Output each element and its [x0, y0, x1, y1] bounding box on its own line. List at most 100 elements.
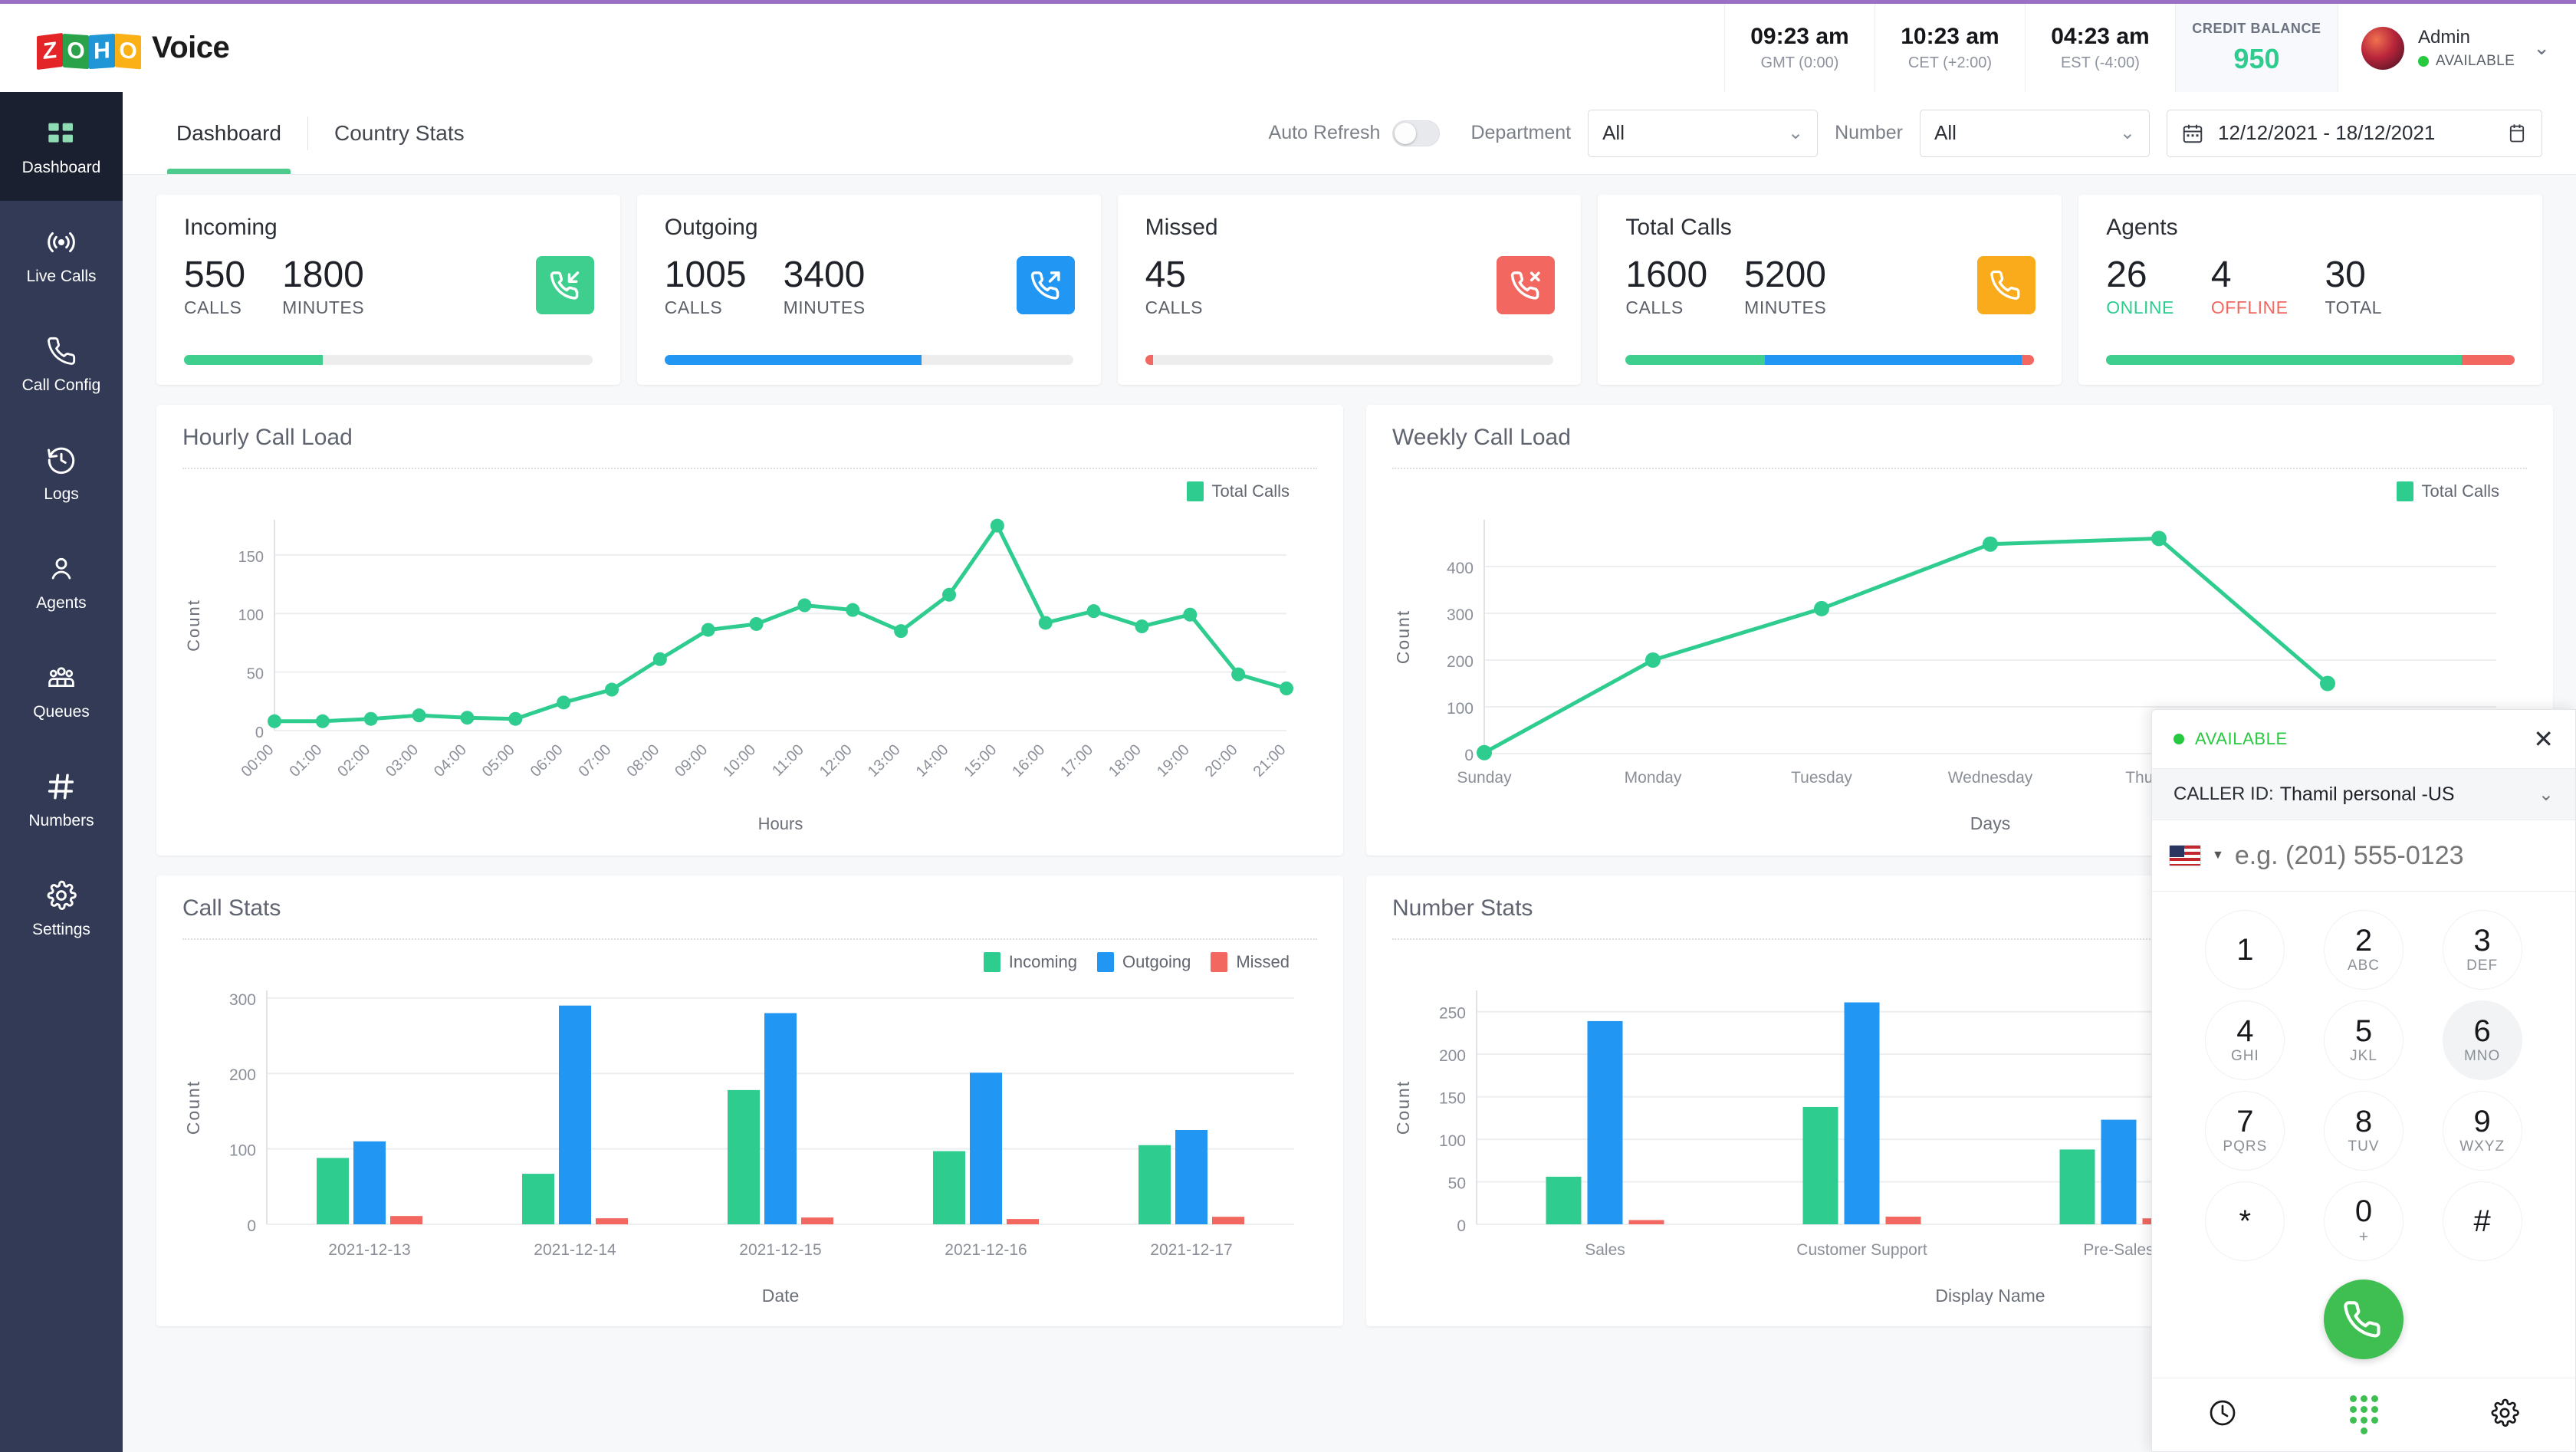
- svg-text:300: 300: [229, 991, 256, 1009]
- caller-id-select[interactable]: CALLER ID: Thamil personal -US ⌄: [2152, 768, 2575, 820]
- svg-text:100: 100: [229, 1142, 256, 1160]
- dialer-tab-history[interactable]: [2152, 1398, 2293, 1432]
- svg-text:2021-12-17: 2021-12-17: [1150, 1241, 1232, 1259]
- svg-text:Customer Support: Customer Support: [1796, 1241, 1927, 1259]
- sidebar-item-dashboard[interactable]: Dashboard: [0, 92, 123, 201]
- phone-number-input[interactable]: [2235, 841, 2574, 871]
- legend-item[interactable]: Total Calls: [2397, 481, 2499, 501]
- chevron-down-icon: ⌄: [1788, 122, 1803, 144]
- timezone-est: 04:23 am EST (-4:00): [2025, 4, 2175, 92]
- sidebar-item-live-calls[interactable]: Live Calls: [0, 201, 123, 310]
- chevron-down-icon[interactable]: ▼: [2212, 849, 2224, 862]
- key-letters: GHI: [2231, 1048, 2259, 1065]
- call-stats-plot: 01002003002021-12-132021-12-142021-12-15…: [182, 975, 1317, 1305]
- kpi-card-incoming: Incoming 550 CALLS 1800 MINUTES: [156, 195, 620, 385]
- dialer-tab-dialpad[interactable]: [2293, 1395, 2434, 1434]
- dialpad-icon: [2350, 1395, 2378, 1434]
- sidebar-item-queues[interactable]: Queues: [0, 636, 123, 745]
- dialpad-key-8[interactable]: 8 TUV: [2324, 1091, 2404, 1171]
- auto-refresh-control[interactable]: Auto Refresh: [1269, 120, 1441, 146]
- dialpad-key-4[interactable]: 4 GHI: [2205, 1000, 2285, 1080]
- svg-text:150: 150: [1439, 1090, 1466, 1108]
- number-select[interactable]: All ⌄: [1920, 110, 2150, 157]
- kpi-card-total-calls: Total Calls 1600 CALLS 5200 MINUTES: [1598, 195, 2062, 385]
- kpi-total-calls-unit: CALLS: [1625, 297, 1707, 318]
- key-digit: 6: [2474, 1016, 2491, 1046]
- tab-country-stats[interactable]: Country Stats: [308, 92, 491, 174]
- dialpad-key-9[interactable]: 9 WXYZ: [2443, 1091, 2522, 1171]
- auto-refresh-toggle[interactable]: [1392, 120, 1440, 146]
- sidebar-item-call-config[interactable]: Call Config: [0, 310, 123, 419]
- user-menu[interactable]: Admin AVAILABLE ⌄: [2338, 4, 2576, 92]
- dialpad-key-star[interactable]: *: [2205, 1181, 2285, 1261]
- tab-dashboard[interactable]: Dashboard: [150, 92, 307, 174]
- progress-segment: [665, 355, 922, 365]
- legend-item[interactable]: Incoming: [984, 952, 1077, 972]
- timezone-cet: 10:23 am CET (+2:00): [1875, 4, 2025, 92]
- us-flag-icon[interactable]: [2169, 845, 2201, 866]
- dialpad-key-2[interactable]: 2 ABC: [2324, 910, 2404, 990]
- dialpad-key-7[interactable]: 7 PQRS: [2205, 1091, 2285, 1171]
- kpi-missed-title: Missed: [1145, 215, 1559, 241]
- kpi-agents-title: Agents: [2106, 215, 2519, 241]
- dialpad-key-6[interactable]: 6 MNO: [2443, 1000, 2522, 1080]
- legend-swatch-total-calls: [1187, 481, 1204, 501]
- key-letters: WXYZ: [2459, 1138, 2505, 1155]
- date-range-picker[interactable]: 12/12/2021 - 18/12/2021: [2167, 110, 2542, 157]
- call-incoming-icon: [536, 256, 594, 314]
- kpi-agents-progress: [2106, 355, 2515, 365]
- chevron-down-icon[interactable]: ⌄: [2528, 36, 2550, 60]
- legend-label: Outgoing: [1122, 952, 1191, 972]
- brand-logo[interactable]: Z O H O Voice: [37, 28, 229, 68]
- kpi-agents-online: 26 ONLINE: [2106, 256, 2174, 318]
- gear-icon: [44, 879, 78, 912]
- department-value: All: [1602, 121, 1625, 145]
- top-bar: Z O H O Voice 09:23 am GMT (0:00) 10:23 …: [0, 0, 2576, 92]
- caller-id-value: Thamil personal -US: [2280, 783, 2455, 806]
- call-button-area: [2152, 1261, 2575, 1378]
- dialer-tab-settings[interactable]: [2434, 1398, 2575, 1432]
- svg-text:2021-12-14: 2021-12-14: [534, 1241, 616, 1259]
- dialpad-key-0[interactable]: 0 +: [2324, 1181, 2404, 1261]
- svg-text:Date: Date: [762, 1286, 800, 1305]
- legend-item[interactable]: Missed: [1211, 952, 1290, 972]
- sidebar-item-numbers[interactable]: Numbers: [0, 745, 123, 854]
- dialpad-key-1[interactable]: 1: [2205, 910, 2285, 990]
- close-icon[interactable]: ✕: [2533, 727, 2554, 751]
- dialer-panel: AVAILABLE ✕ CALLER ID: Thamil personal -…: [2151, 709, 2576, 1452]
- department-select[interactable]: All ⌄: [1588, 110, 1818, 157]
- sidebar-item-logs[interactable]: Logs: [0, 419, 123, 527]
- timezone-cet-time: 10:23 am: [1901, 24, 1999, 50]
- legend-swatch-total-calls: [2397, 481, 2413, 501]
- key-letters: ABC: [2348, 958, 2380, 974]
- dialer-status-label: AVAILABLE: [2195, 729, 2288, 749]
- zoho-logo-icon: Z O H O: [37, 28, 141, 68]
- call-button[interactable]: [2324, 1280, 2404, 1359]
- divider: [182, 468, 1317, 469]
- credit-balance[interactable]: CREDIT BALANCE 950: [2175, 4, 2338, 92]
- svg-text:20:00: 20:00: [1202, 741, 1241, 780]
- legend-item[interactable]: Outgoing: [1097, 952, 1191, 972]
- dialpad-key-5[interactable]: 5 JKL: [2324, 1000, 2404, 1080]
- calendar-open-icon[interactable]: [2506, 123, 2528, 144]
- kpi-row: Incoming 550 CALLS 1800 MINUTES: [123, 175, 2576, 385]
- legend-item[interactable]: Total Calls: [1187, 481, 1290, 501]
- kpi-outgoing-calls: 1005 CALLS: [665, 256, 747, 318]
- svg-text:05:00: 05:00: [479, 741, 518, 780]
- auto-refresh-label: Auto Refresh: [1269, 122, 1381, 144]
- kpi-card-missed: Missed 45 CALLS: [1118, 195, 1582, 385]
- sidebar-item-settings[interactable]: Settings: [0, 854, 123, 963]
- kpi-card-agents: Agents 26 ONLINE 4 OFFLINE 30 TOTAL: [2078, 195, 2542, 385]
- call-stats-legend: Incoming Outgoing Missed: [182, 952, 1317, 972]
- hourly-chart-plot: 05010015000:0001:0002:0003:0004:0005:000…: [182, 504, 1317, 834]
- call-missed-icon: [1497, 256, 1555, 314]
- kpi-incoming-progress: [184, 355, 593, 365]
- credit-balance-label: CREDIT BALANCE: [2192, 21, 2321, 37]
- dialpad-key-3[interactable]: 3 DEF: [2443, 910, 2522, 990]
- kpi-total-minutes: 5200 MINUTES: [1744, 256, 1826, 318]
- logo-letter-z: Z: [37, 32, 63, 69]
- sidebar-item-agents[interactable]: Agents: [0, 527, 123, 636]
- svg-text:Days: Days: [1970, 813, 2010, 833]
- dialpad-key-hash[interactable]: #: [2443, 1181, 2522, 1261]
- progress-segment: [2022, 355, 2034, 365]
